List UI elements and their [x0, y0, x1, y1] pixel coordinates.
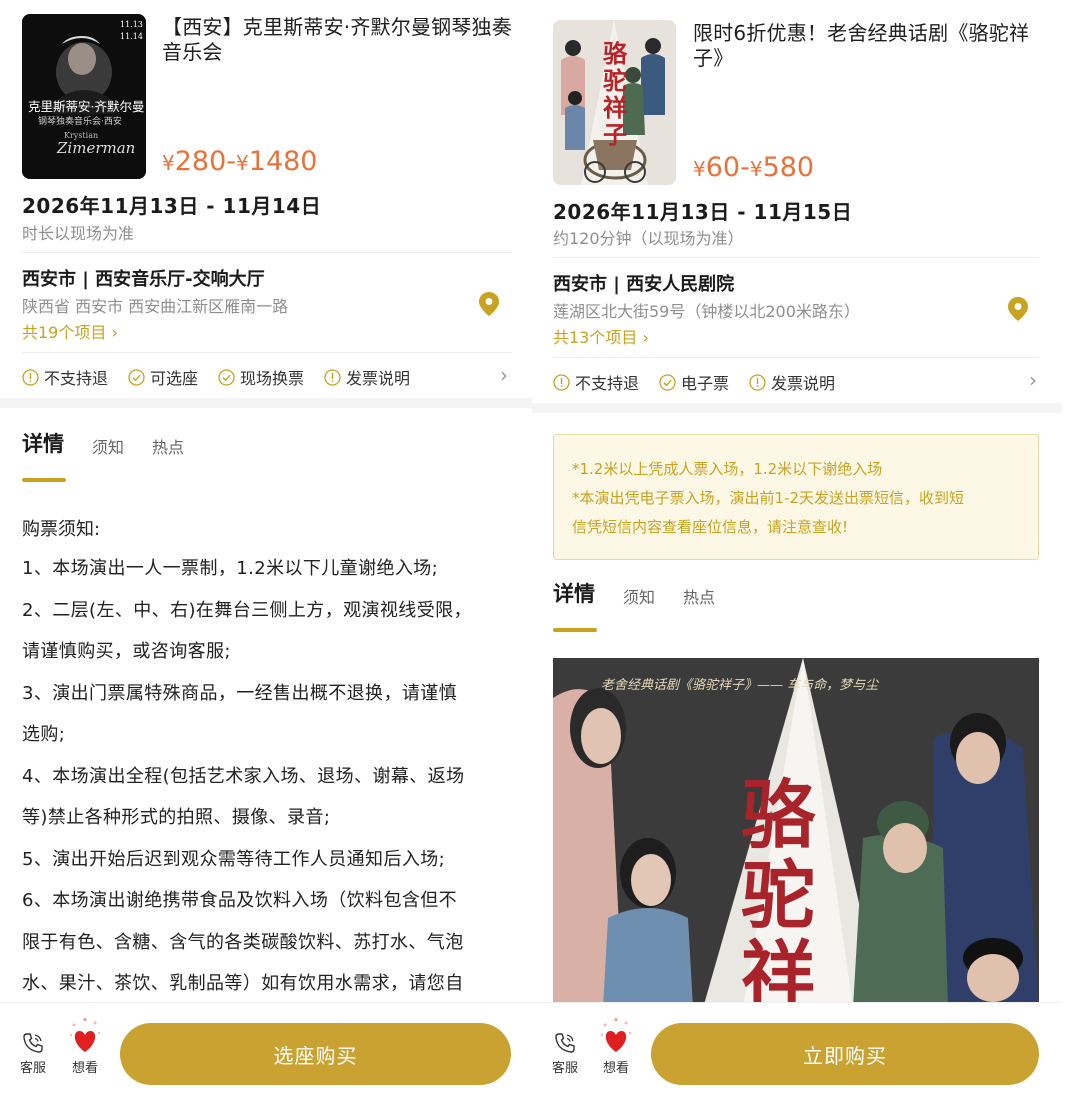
- section-gap: [532, 403, 1062, 413]
- alert-circle-icon: [324, 368, 341, 386]
- detail-tabs: 详情 须知 热点: [553, 578, 743, 608]
- notice-line: 请谨慎购买，或咨询客服;: [22, 641, 231, 662]
- phone-icon: [23, 1033, 43, 1053]
- map-pin-icon[interactable]: [1006, 296, 1030, 322]
- tip-line: *1.2米以上凭成人票入场，1.2米以下谢绝入场: [572, 460, 883, 478]
- venue-address: 陕西省 西安市 西安曲江新区雁南一路: [22, 297, 289, 316]
- event-date-range: 2026年11月13日 - 11月15日: [553, 200, 853, 224]
- poster-subtitle: 钢琴独奏音乐会·西安: [38, 117, 122, 127]
- heart-icon: [69, 1017, 101, 1052]
- tab-details[interactable]: 详情: [22, 428, 64, 458]
- poster-name-en-2: Zimerman: [57, 139, 136, 157]
- venue-address: 莲湖区北大街59号（钟楼以北200米路东）: [553, 302, 860, 321]
- event-poster-camel-xiangzi[interactable]: 骆驼祥子: [553, 20, 676, 185]
- section-gap: [0, 398, 532, 408]
- alert-circle-icon: [22, 368, 39, 386]
- buy-now-button[interactable]: 立即购买: [651, 1023, 1039, 1085]
- notice-line: 2、二层(左、中、右)在舞台三侧上方，观演视线受限，: [22, 599, 472, 621]
- detail-tabs: 详情 须知 热点: [22, 428, 212, 458]
- event-title: 【西安】克里斯蒂安·齐默尔曼钢琴独奏音乐会: [162, 15, 512, 64]
- divider: [553, 257, 1039, 258]
- tab-hot[interactable]: 热点: [152, 434, 184, 458]
- tag-onsite-ticket: 现场换票: [218, 365, 304, 389]
- check-circle-icon: [218, 368, 235, 386]
- notice-line: 5、演出开始后迟到观众需等待工作人员通知后入场;: [22, 848, 446, 870]
- tag-seat-selection: 可选座: [128, 365, 198, 389]
- right-event-panel: 骆驼祥子 限时6折优惠！老舍经典话剧《骆驼祥子》 ¥60-¥580 2026年1…: [532, 0, 1062, 1099]
- event-poster-zimerman[interactable]: 11.13 11.14 克里斯蒂安·齐默尔曼 钢琴独奏音乐会·西安 Krysti…: [22, 14, 146, 179]
- phone-icon: [555, 1033, 575, 1053]
- venue-items-link[interactable]: 共13个项目 ›: [553, 324, 649, 348]
- notice-body: 1、本场演出一人一票制，1.2米以下儿童谢绝入场; 2、二层(左、中、右)在舞台…: [22, 548, 522, 1005]
- tag-no-refund: 不支持退: [553, 370, 639, 394]
- notice-line: 选购;: [22, 724, 66, 745]
- chevron-right-icon[interactable]: ›: [500, 363, 508, 387]
- notice-line: 6、本场演出谢绝携带食品及饮料入场（饮料包含但不: [22, 890, 458, 911]
- notice-line: 等)禁止各种形式的拍照、摄像、录音;: [22, 807, 331, 828]
- tag-no-refund: 不支持退: [22, 365, 108, 389]
- alert-circle-icon: [553, 373, 570, 391]
- venue-items-link[interactable]: 共19个项目 ›: [22, 319, 118, 343]
- poster-title: 克里斯蒂安·齐默尔曼: [28, 99, 145, 114]
- notice-line: 1、本场演出一人一票制，1.2米以下儿童谢绝入场;: [22, 558, 439, 579]
- entry-tip-box: *1.2米以上凭成人票入场，1.2米以下谢绝入场 *本演出凭电子票入场，演出前1…: [553, 434, 1039, 560]
- bottom-action-bar: 客服 想看 立即购买: [532, 1002, 1062, 1099]
- divider: [22, 352, 512, 353]
- price-range: ¥280-¥1480: [162, 146, 318, 177]
- tag-e-ticket: 电子票: [659, 370, 729, 394]
- divider: [22, 252, 512, 253]
- poster-date-2: 11.14: [120, 32, 143, 41]
- check-circle-icon: [659, 373, 676, 391]
- event-duration: 约120分钟（以现场为准）: [553, 229, 744, 248]
- tab-active-indicator: [553, 628, 597, 632]
- divider: [553, 357, 1039, 358]
- customer-service-button[interactable]: 客服: [552, 1031, 578, 1076]
- want-to-see-button[interactable]: 想看: [68, 1017, 102, 1076]
- notice-heading: 购票须知:: [22, 519, 101, 540]
- banner-title-char-3: 祥: [741, 933, 815, 1008]
- left-event-panel: 11.13 11.14 克里斯蒂安·齐默尔曼 钢琴独奏音乐会·西安 Krysti…: [0, 0, 532, 1099]
- select-seat-buy-button[interactable]: 选座购买: [120, 1023, 511, 1085]
- tip-line: *本演出凭电子票入场，演出前1-2天发送出票短信，收到短: [572, 489, 965, 507]
- bottom-action-bar: 客服 想看 选座购买: [0, 1002, 532, 1099]
- want-to-see-button[interactable]: 想看: [599, 1017, 633, 1076]
- service-tags[interactable]: 不支持退 电子票 发票说明: [553, 370, 855, 394]
- tab-active-indicator: [22, 478, 66, 482]
- notice-line: 3、演出门票属特殊商品，一经售出概不退换，请谨慎: [22, 682, 458, 704]
- tab-details[interactable]: 详情: [553, 578, 595, 608]
- banner-caption: 老舍经典话剧《骆驼祥子》—— 车与命，梦与尘: [601, 678, 879, 693]
- notice-line: 水、果汁、茶饮、乳制品等）如有饮用水需求，请您自: [22, 973, 464, 994]
- event-title: 限时6折优惠！老舍经典话剧《骆驼祥子》: [693, 21, 1030, 70]
- tip-line: 信凭短信内容查看座位信息，请注意查收!: [572, 518, 849, 536]
- map-pin-icon[interactable]: [477, 291, 501, 317]
- event-date-range: 2026年11月13日 - 11月14日: [22, 194, 322, 218]
- tag-invoice-info: 发票说明: [749, 370, 835, 394]
- tab-notice[interactable]: 须知: [623, 584, 655, 608]
- price-range: ¥60-¥580: [693, 152, 815, 183]
- heart-icon: [600, 1017, 632, 1052]
- customer-service-button[interactable]: 客服: [20, 1031, 46, 1076]
- check-circle-icon: [128, 368, 145, 386]
- poster-title: 骆驼祥子: [603, 39, 627, 149]
- venue-name[interactable]: 西安市 | 西安人民剧院: [553, 270, 734, 296]
- venue-name[interactable]: 西安市 | 西安音乐厅-交响大厅: [22, 265, 265, 291]
- tab-notice[interactable]: 须知: [92, 434, 124, 458]
- tab-hot[interactable]: 热点: [683, 584, 715, 608]
- alert-circle-icon: [749, 373, 766, 391]
- event-duration: 时长以现场为准: [22, 224, 135, 243]
- tag-invoice-info: 发票说明: [324, 365, 410, 389]
- notice-line: 4、本场演出全程(包括艺术家入场、退场、谢幕、返场: [22, 765, 465, 787]
- chevron-right-icon[interactable]: ›: [1029, 368, 1037, 392]
- service-tags[interactable]: 不支持退 可选座 现场换票 发票说明: [22, 365, 430, 389]
- show-banner-image: 老舍经典话剧《骆驼祥子》—— 车与命，梦与尘 骆 驼 祥: [553, 658, 1039, 1008]
- poster-date-1: 11.13: [120, 20, 143, 29]
- notice-line: 限于有色、含糖、含气的各类碳酸饮料、苏打水、气泡: [22, 931, 464, 953]
- page-edge: [1062, 0, 1080, 1099]
